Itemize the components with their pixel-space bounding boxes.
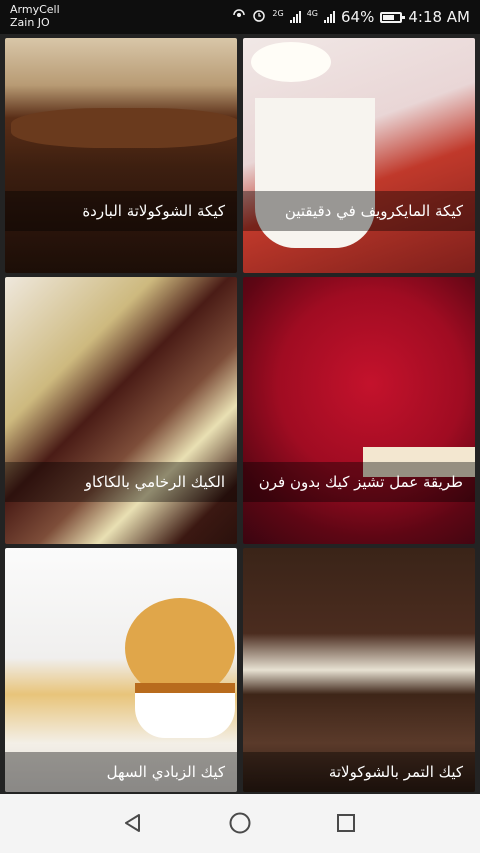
recipe-grid: كيكة الشوكولاتة الباردة كيكة المايكرويف … [0,34,480,794]
alarm-icon [252,8,266,26]
recipe-image [243,277,475,544]
recipe-card-marble-cocoa-cake[interactable]: الكيك الرخامي بالكاكاو [5,277,237,544]
signal-1-icon [289,11,301,23]
recipe-card-microwave-cake[interactable]: كيكة المايكرويف في دقيقتين [243,38,475,273]
recipe-title: كيك التمر بالشوكولاتة [243,752,475,792]
home-button[interactable] [222,805,258,841]
recipe-title: كيكة الشوكولاتة الباردة [5,191,237,231]
recipe-image [5,277,237,544]
recipe-title: كيك الزبادي السهل [5,752,237,792]
hotspot-icon [232,8,246,26]
status-bar: ArmyCell Zain JO 2G 4G 64% 4:18 AM [0,0,480,34]
home-circle-icon [229,812,251,834]
clock: 4:18 AM [408,8,470,26]
recipe-image [243,38,475,273]
battery-percent: 64% [341,8,375,26]
battery-icon [380,11,406,23]
signal-2-icon [324,11,335,23]
recipe-card-no-bake-cheesecake[interactable]: طريقة عمل تشيز كيك بدون فرن [243,277,475,544]
back-button[interactable] [115,805,151,841]
recipe-card-date-chocolate-cake[interactable]: كيك التمر بالشوكولاتة [243,548,475,792]
network-2g-label: 2G [272,8,284,18]
navigation-bar [0,794,480,853]
recipe-title: الكيك الرخامي بالكاكاو [5,462,237,502]
recipe-title: طريقة عمل تشيز كيك بدون فرن [243,462,475,502]
carrier-info: ArmyCell Zain JO [10,3,60,29]
recipe-title: كيكة المايكرويف في دقيقتين [243,191,475,231]
status-icons: 2G 4G 64% 4:18 AM [232,0,470,34]
recipe-card-cold-chocolate-cake[interactable]: كيكة الشوكولاتة الباردة [5,38,237,273]
back-triangle-icon [125,814,140,832]
recipe-card-yogurt-cake[interactable]: كيك الزبادي السهل [5,548,237,792]
carrier-2: Zain JO [10,16,50,29]
recents-button[interactable] [328,805,364,841]
network-4g-label: 4G [306,8,318,18]
carrier-1: ArmyCell [10,3,60,16]
recents-square-icon [337,814,355,832]
recipe-image [5,38,237,273]
